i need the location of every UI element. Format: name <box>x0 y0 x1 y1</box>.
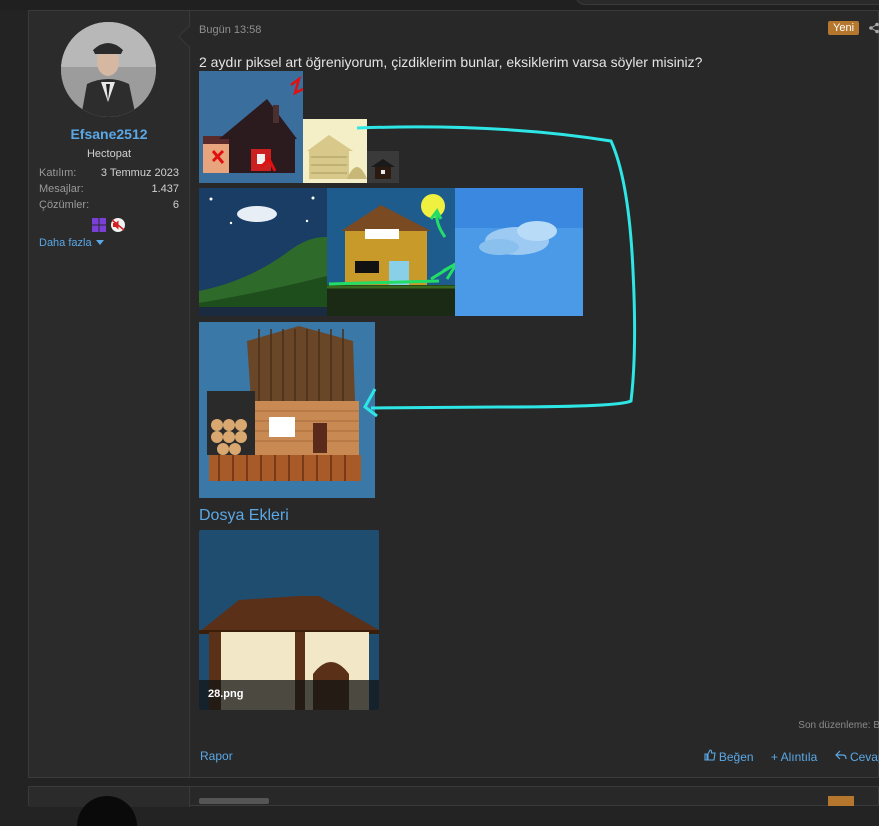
avatar-image <box>61 22 156 117</box>
pixel-art-wooden-house[interactable] <box>199 322 375 498</box>
user-badges <box>91 217 127 233</box>
reply-button[interactable]: Cevapla <box>834 750 879 764</box>
post-actions: Beğen + Alıntıla Cevapla <box>690 749 879 764</box>
quote-button[interactable]: + Alıntıla <box>771 750 817 764</box>
attachments-title: Dosya Ekleri <box>199 507 289 524</box>
post-content: Bugün 13:58 Yeni 2 aydır piksel art öğre… <box>199 11 879 777</box>
windows-icon[interactable] <box>92 218 106 232</box>
like-label: Beğen <box>718 750 754 764</box>
new-badge <box>828 796 854 806</box>
chevron-down-icon <box>95 240 104 245</box>
attachment-filename[interactable]: 28.png <box>208 688 243 700</box>
post-message: 2 aydır piksel art öğreniyorum, çizdikle… <box>199 54 703 70</box>
pixel-art-yellow-house[interactable] <box>327 188 459 316</box>
avatar[interactable] <box>77 796 137 826</box>
attachment-caption: 28.png <box>199 680 379 710</box>
stat-value: 1.437 <box>151 183 179 195</box>
post-date[interactable]: Bugün 13:58 <box>199 24 261 36</box>
avatar[interactable] <box>61 22 156 117</box>
stat-value: 3 Temmuz 2023 <box>100 167 179 179</box>
report-button[interactable]: Rapor <box>200 749 233 763</box>
muted-speaker-icon[interactable] <box>111 218 125 232</box>
share-icon[interactable] <box>868 22 879 37</box>
new-badge: Yeni <box>828 21 860 35</box>
user-info-panel: Efsane2512 Hectopat Katılım: 3 Temmuz 20… <box>29 11 190 777</box>
next-post-date <box>199 798 269 804</box>
pixel-art-sky-cloud[interactable] <box>455 188 583 316</box>
edited-note: Son düzenleme: B <box>798 720 879 731</box>
more-label: Daha fazla <box>39 237 92 249</box>
stat-label: Mesajlar: <box>39 183 84 195</box>
forum-post: Efsane2512 Hectopat Katılım: 3 Temmuz 20… <box>28 10 879 778</box>
username-link[interactable]: Efsane2512 <box>29 126 189 142</box>
pixel-art-house-1[interactable] <box>199 71 304 183</box>
attachment-thumbnail[interactable]: 28.png <box>199 530 379 710</box>
like-button[interactable]: Beğen <box>703 749 757 764</box>
thumbs-up-icon <box>703 749 716 761</box>
pixel-art-collage[interactable] <box>199 71 669 501</box>
pixel-art-night-hill[interactable] <box>199 188 327 316</box>
stat-messages: Mesajlar: 1.437 <box>39 183 179 197</box>
reply-icon <box>834 750 847 760</box>
stat-join-date: Katılım: 3 Temmuz 2023 <box>39 167 179 181</box>
stat-label: Katılım: <box>39 167 77 179</box>
reply-label: Cevapla <box>849 750 879 764</box>
more-info-link[interactable]: Daha fazla <box>39 237 105 249</box>
top-bar <box>0 0 879 10</box>
pixel-art-house-3[interactable] <box>367 151 399 183</box>
next-post-user-panel <box>29 787 190 826</box>
user-title: Hectopat <box>86 148 132 160</box>
stat-value: 6 <box>172 199 179 211</box>
stat-solutions: Çözümler: 6 <box>39 199 179 213</box>
next-post <box>28 786 879 826</box>
search-bar[interactable] <box>575 0 879 5</box>
stat-label: Çözümler: <box>39 199 90 211</box>
